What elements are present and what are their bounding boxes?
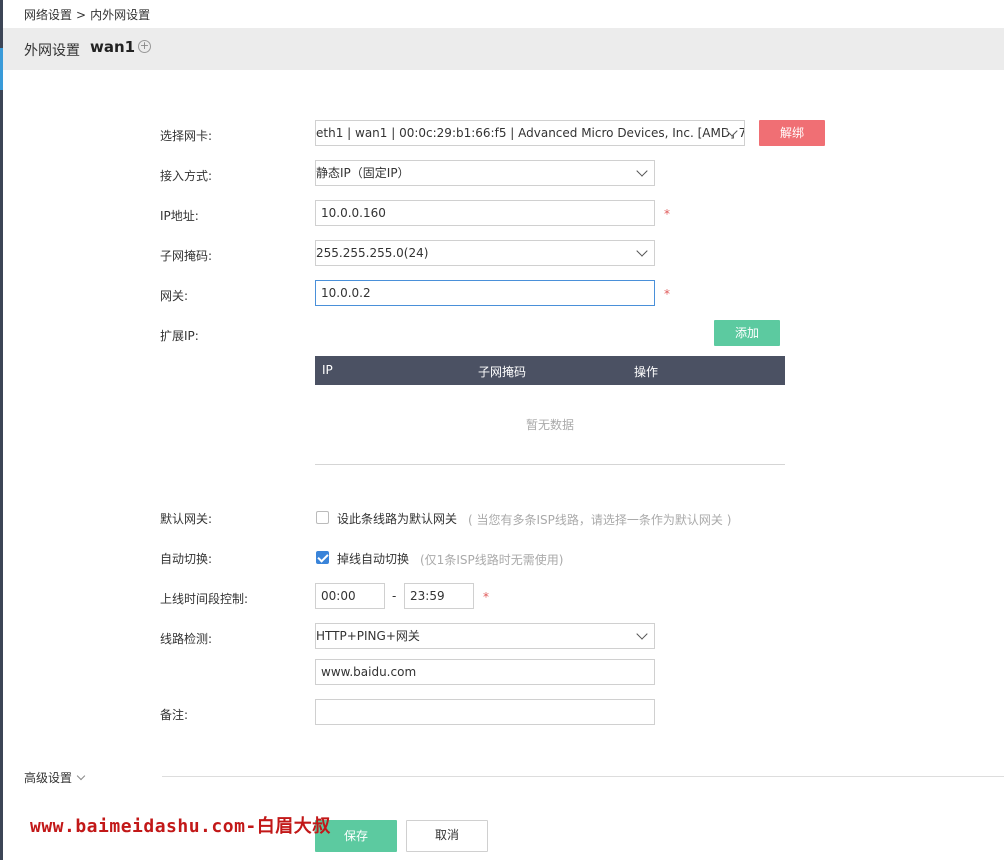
access-mode-value: 静态IP（固定IP） [316, 166, 410, 180]
breadcrumb-separator: > [76, 8, 87, 22]
nic-select-value: eth1 | wan1 | 00:0c:29:b1:66:f5 | Advanc… [316, 126, 744, 140]
detect-target-input[interactable]: www.baidu.com [315, 659, 655, 685]
default-gateway-checkbox[interactable] [316, 511, 329, 524]
breadcrumb-current: 内外网设置 [90, 8, 151, 22]
breadcrumb-parent[interactable]: 网络设置 [24, 8, 72, 22]
column-action: 操作 [634, 365, 659, 379]
table-empty-text: 暂无数据 [315, 385, 785, 465]
nic-label: 选择网卡: [160, 129, 213, 143]
cancel-button[interactable]: 取消 [406, 820, 488, 852]
column-mask: 子网掩码 [478, 365, 527, 379]
access-label: 接入方式: [160, 169, 213, 183]
auto-switch-hint: (仅1条ISP线路时无需使用) [420, 553, 564, 567]
gateway-required-mark: * [664, 287, 670, 301]
mask-select[interactable]: 255.255.255.0(24) [315, 240, 655, 266]
online-time-label: 上线时间段控制: [160, 592, 249, 606]
breadcrumb: 网络设置 > 内外网设置 [24, 6, 154, 23]
ip-required-mark: * [664, 207, 670, 221]
remark-input[interactable] [315, 699, 655, 725]
mask-select-value: 255.255.255.0(24) [316, 246, 429, 260]
advanced-settings-label: 高级设置 [24, 771, 73, 785]
online-time-end-input[interactable]: 23:59 [404, 583, 474, 609]
online-time-dash: - [392, 589, 397, 603]
ip-label: IP地址: [160, 209, 199, 223]
gateway-input[interactable]: 10.0.0.2 [315, 280, 655, 306]
ext-ip-label: 扩展IP: [160, 329, 199, 343]
access-mode-select[interactable]: 静态IP（固定IP） [315, 160, 655, 186]
detect-label: 线路检测: [160, 632, 213, 646]
online-time-start-input[interactable]: 00:00 [315, 583, 385, 609]
left-rail [0, 0, 3, 860]
watermark-text: www.baimeidashu.com-白眉大叔 [30, 816, 331, 837]
default-gateway-label: 默认网关: [160, 512, 213, 526]
interface-name: wan1 [90, 38, 136, 56]
unbind-button[interactable]: 解绑 [759, 120, 825, 146]
table-header: IP 子网掩码 操作 [315, 356, 785, 385]
detect-method-select[interactable]: HTTP+PING+网关 [315, 623, 655, 649]
ext-ip-table: IP 子网掩码 操作 暂无数据 [315, 356, 785, 465]
online-time-required-mark: * [483, 590, 489, 604]
default-gateway-hint: ( 当您有多条ISP线路，请选择一条作为默认网关 ) [468, 513, 732, 527]
gateway-label: 网关: [160, 289, 189, 303]
mask-label: 子网掩码: [160, 249, 213, 263]
advanced-divider [162, 776, 1004, 777]
page-title: 外网设置 [24, 43, 80, 59]
chevron-down-icon [76, 771, 86, 781]
auto-switch-label: 自动切换: [160, 552, 213, 566]
plus-circle-icon[interactable]: + [138, 40, 151, 53]
add-ext-ip-button[interactable]: 添加 [714, 320, 780, 346]
default-gateway-text: 设此条线路为默认网关 [337, 512, 458, 526]
nic-select[interactable]: eth1 | wan1 | 00:0c:29:b1:66:f5 | Advanc… [315, 120, 745, 146]
ip-input[interactable]: 10.0.0.160 [315, 200, 655, 226]
detect-method-value: HTTP+PING+网关 [316, 629, 420, 643]
auto-switch-text: 掉线自动切换 [337, 552, 410, 566]
auto-switch-checkbox[interactable] [316, 551, 329, 564]
page-title-bar: 外网设置 wan1 + [3, 28, 1004, 70]
remark-label: 备注: [160, 708, 189, 722]
column-ip: IP [322, 363, 333, 377]
advanced-settings-toggle[interactable]: 高级设置 [24, 769, 86, 786]
